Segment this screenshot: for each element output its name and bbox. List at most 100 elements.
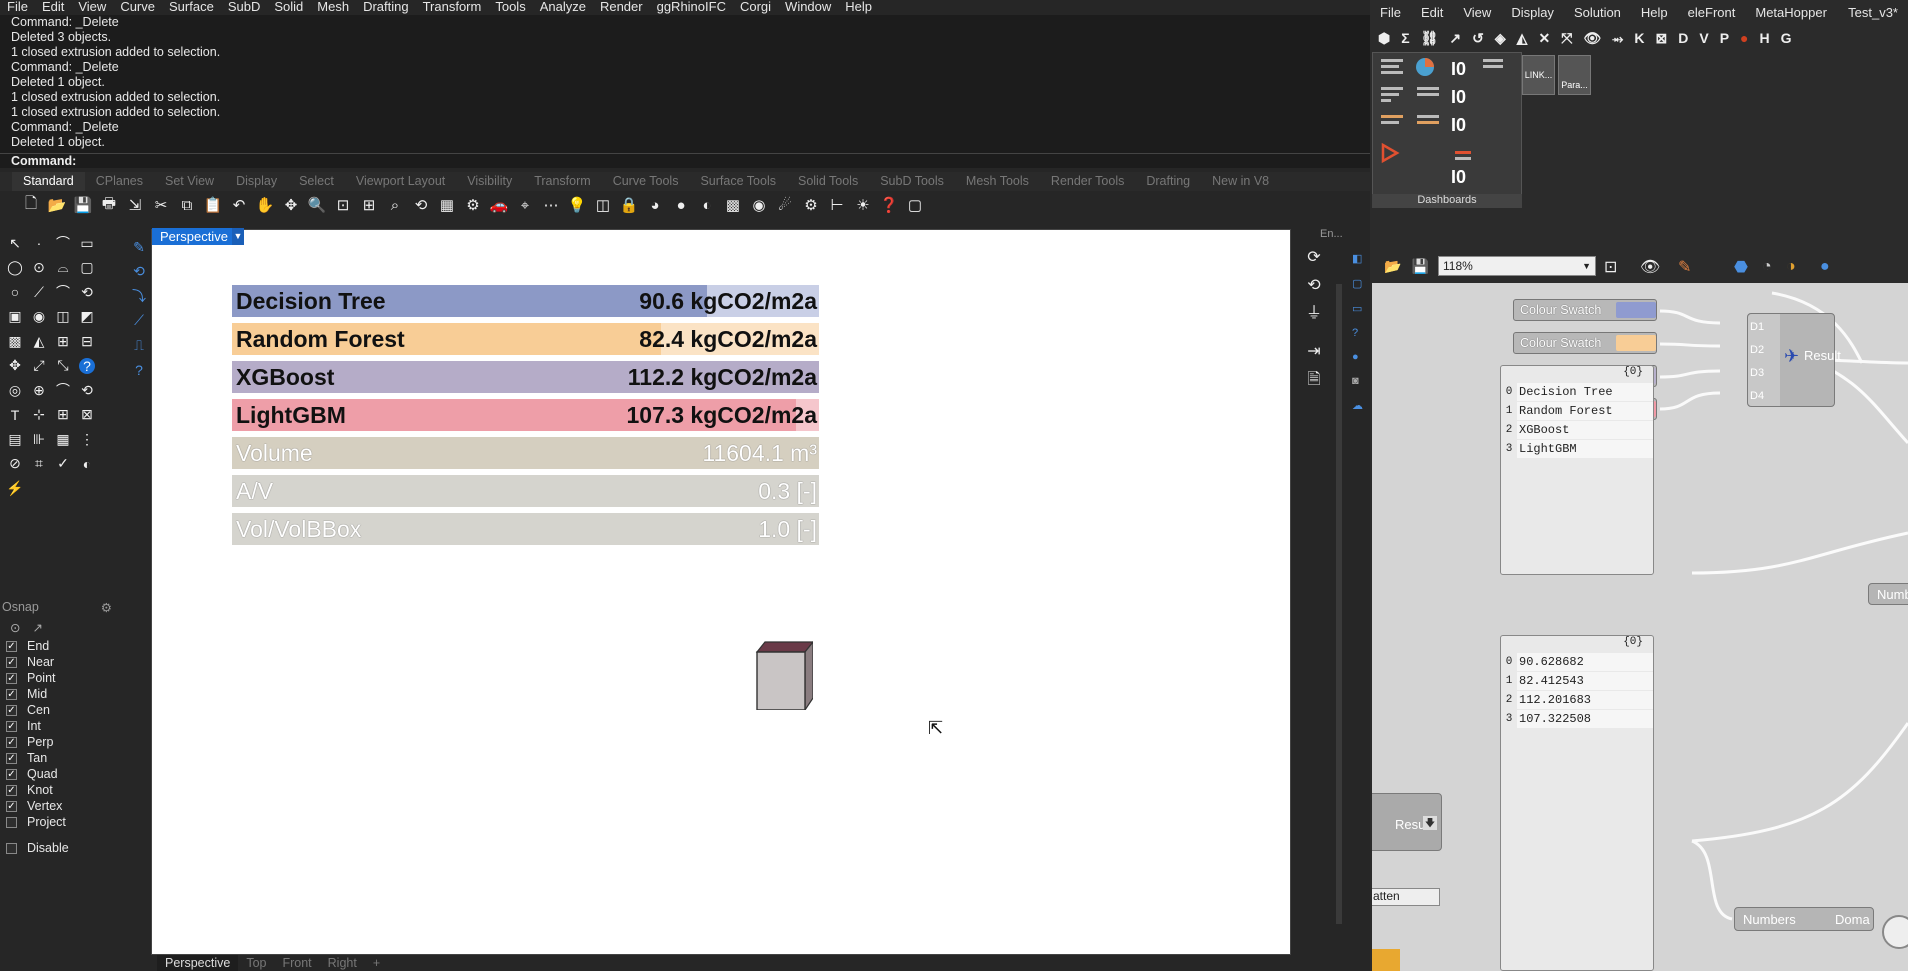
values-panel[interactable]: {0} 0 90.628682 1 82.412543 2 112.201683 3 107.…	[1500, 635, 1654, 971]
zoom-level-select[interactable]: 118% ▼	[1438, 256, 1596, 276]
gh-menu-testv3[interactable]: Test_v3*	[1838, 3, 1908, 23]
props-icon[interactable]: ▢	[1352, 277, 1366, 290]
menu-window[interactable]: Window	[778, 0, 838, 15]
save-icon[interactable]: 💾	[72, 194, 94, 216]
ellipse-icon[interactable]: ⊙	[28, 257, 50, 279]
result-node[interactable]: D1 D2 D3 D4 ✈ Result	[1747, 313, 1841, 408]
colour-swatch-color[interactable]	[1615, 335, 1656, 351]
osnap-vertex[interactable]: ✓ Vertex	[0, 798, 118, 814]
group-icon[interactable]: ⊟	[76, 330, 98, 352]
shade-icon[interactable]: ◐	[76, 453, 98, 475]
param-icon[interactable]: Para...	[1558, 55, 1591, 95]
zoom-selected-icon[interactable]: ⌕	[384, 194, 406, 216]
text-icon[interactable]: T	[4, 404, 26, 426]
options-icon[interactable]: ⚙	[462, 194, 484, 216]
menu-corgi[interactable]: Corgi	[733, 0, 778, 15]
menu-transform[interactable]: Transform	[416, 0, 489, 15]
settings-gear-icon[interactable]: ⚙	[800, 194, 822, 216]
link-param-icon[interactable]: LINK...	[1522, 55, 1555, 95]
menu-file[interactable]: File	[0, 0, 35, 15]
osnap-tan[interactable]: ✓ Tan	[0, 750, 118, 766]
mesh-tab-icon[interactable]: ◭	[1517, 30, 1528, 48]
help-panel-icon[interactable]: ?	[1352, 327, 1366, 339]
snap-icon[interactable]: ⌗	[28, 453, 50, 475]
osnap-disable[interactable]: Disable	[0, 840, 118, 856]
curve-icon[interactable]: ↺	[1472, 30, 1484, 48]
preview-mode-icon[interactable]: ●	[1820, 258, 1830, 276]
viewport-tab-right[interactable]: Right	[320, 955, 365, 971]
extrude-icon[interactable]: ◫	[52, 306, 74, 328]
hatch-icon[interactable]: ⊪	[28, 428, 50, 450]
aux-tool-icon[interactable]: ✎	[128, 236, 150, 258]
select-icon[interactable]: ↖	[4, 232, 26, 254]
cut-icon[interactable]: ✂	[150, 194, 172, 216]
cloud-icon[interactable]: ☁	[1352, 399, 1366, 412]
osnap-int[interactable]: ✓ Int	[0, 718, 118, 734]
union-icon[interactable]: ⊕	[28, 379, 50, 401]
tab-subd-tools[interactable]: SubD Tools	[869, 172, 955, 191]
distance-icon[interactable]: ⋮	[76, 428, 98, 450]
expand-arrow-icon[interactable]: 🡇	[1423, 816, 1437, 830]
mirror-icon[interactable]: ⤡	[52, 355, 74, 377]
sets-icon[interactable]: ⛓	[1421, 30, 1439, 48]
numbers-node[interactable]: Numbers Doma	[1734, 907, 1874, 931]
result-input-d4[interactable]: D4	[1748, 385, 1764, 408]
gh-menu-solution[interactable]: Solution	[1564, 3, 1631, 23]
viewport-menu-icon[interactable]: ▼	[232, 228, 244, 245]
colour-swatch-color[interactable]	[1615, 302, 1656, 318]
tab-display[interactable]: Display	[225, 172, 288, 191]
maths-icon[interactable]: Σ	[1401, 30, 1409, 48]
checkbox[interactable]: ✓	[6, 752, 17, 764]
lock-icon[interactable]: 🔒	[618, 194, 640, 216]
osnap-persistent-icon[interactable]: ⊙	[10, 620, 20, 635]
checkbox[interactable]: ✓	[6, 720, 17, 732]
pan-hand-icon[interactable]: ✋	[254, 194, 276, 216]
checkbox[interactable]	[6, 816, 17, 828]
gh-menu-file[interactable]: File	[1370, 3, 1411, 23]
viewport-tab-front[interactable]: Front	[274, 955, 319, 971]
line-icon[interactable]: ⟋	[28, 281, 50, 303]
sphere-icon[interactable]: ◉	[28, 306, 50, 328]
osnap-smarttrack-icon[interactable]: ↗	[32, 620, 42, 635]
boolean-icon[interactable]: ◎	[4, 379, 26, 401]
gh-menu-display[interactable]: Display	[1501, 3, 1564, 23]
kangaroo-icon[interactable]: ⥇	[1612, 30, 1623, 48]
osnap-knot[interactable]: ✓ Knot	[0, 782, 118, 798]
new-file-icon[interactable]: 🗋	[20, 194, 42, 216]
select-icon[interactable]: ⌖	[514, 194, 536, 216]
sync-icon[interactable]: ⟲	[1304, 272, 1324, 300]
solid-edit-icon[interactable]: ◩	[76, 306, 98, 328]
dial-knob[interactable]	[1882, 915, 1908, 949]
viewport-title[interactable]: Perspective	[152, 228, 244, 245]
aux-tool-icon[interactable]: ⤵	[128, 285, 150, 307]
camera-icon[interactable]: ◙	[1352, 375, 1366, 387]
aux-tool-icon[interactable]: ?	[128, 359, 150, 381]
tab-h[interactable]: H	[1760, 30, 1770, 48]
rotate-view-icon[interactable]: ✥	[280, 194, 302, 216]
tab-transform[interactable]: Transform	[523, 172, 602, 191]
osnap-quad[interactable]: ✓ Quad	[0, 766, 118, 782]
osnap-project[interactable]: Project	[0, 814, 118, 830]
shaded-sphere-icon[interactable]: ◐	[696, 194, 718, 216]
menu-analyze[interactable]: Analyze	[533, 0, 593, 15]
osnap-mid[interactable]: ✓ Mid	[0, 686, 118, 702]
undo-view-icon[interactable]: ⟲	[410, 194, 432, 216]
paste-icon[interactable]: 📋	[202, 194, 224, 216]
hide-icon[interactable]: ⊘	[4, 453, 26, 475]
panel-scrollbar[interactable]	[1336, 284, 1342, 924]
tab-new-in-v8[interactable]: New in V8	[1201, 172, 1280, 191]
tab-visibility[interactable]: Visibility	[456, 172, 523, 191]
layer-icon[interactable]: ▤	[4, 428, 26, 450]
osnap-point[interactable]: ✓ Point	[0, 670, 118, 686]
render-preview-icon[interactable]: ☄	[774, 194, 796, 216]
sun-icon[interactable]: ☀	[852, 194, 874, 216]
arc-icon[interactable]: ⌓	[52, 257, 74, 279]
result-param-node[interactable]: Result 🡇	[1372, 793, 1442, 851]
checkbox[interactable]: ✓	[6, 704, 17, 716]
scale-icon[interactable]: ⤢	[28, 355, 50, 377]
help-icon[interactable]: ?	[79, 357, 95, 374]
viewport-tab-top[interactable]: Top	[238, 955, 274, 971]
bulb-icon[interactable]: 💡	[566, 194, 588, 216]
tab-curve-tools[interactable]: Curve Tools	[602, 172, 690, 191]
fillet-icon[interactable]: ⌒	[52, 379, 74, 401]
